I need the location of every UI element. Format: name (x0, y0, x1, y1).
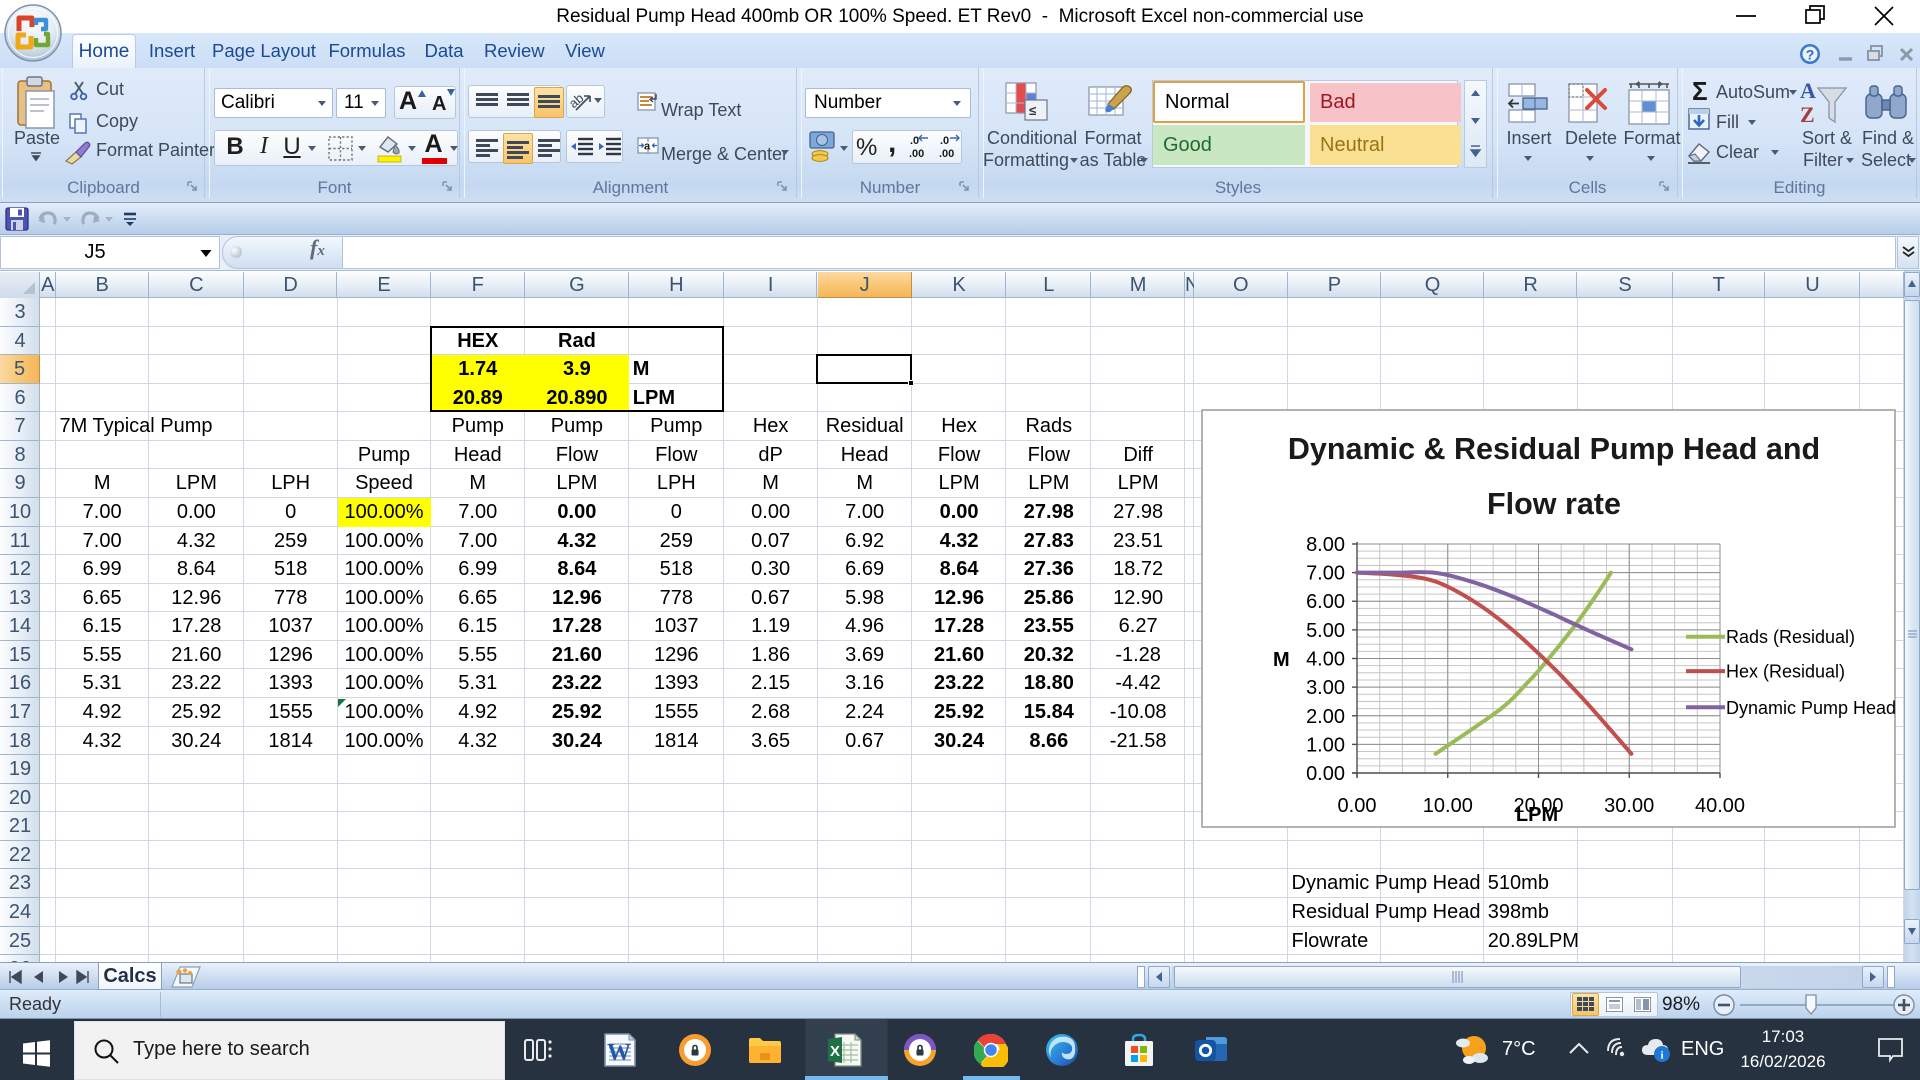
svg-text:Z: Z (1800, 102, 1815, 127)
svg-text:5.00: 5.00 (1306, 620, 1345, 642)
svg-text:1.00: 1.00 (1306, 734, 1345, 756)
svg-text:10.00: 10.00 (1423, 795, 1473, 817)
svg-text:7.00: 7.00 (1306, 563, 1345, 585)
svg-text:Dynamic Pump Head: Dynamic Pump Head (1726, 698, 1896, 718)
svg-text:.0: .0 (910, 135, 919, 147)
svg-text:6.00: 6.00 (1306, 591, 1345, 613)
svg-text:Rads (Residual): Rads (Residual) (1726, 627, 1855, 647)
svg-text:4.00: 4.00 (1306, 649, 1345, 671)
svg-text:3.00: 3.00 (1306, 677, 1345, 699)
svg-text:40.00: 40.00 (1695, 795, 1745, 817)
svg-text:8.00: 8.00 (1306, 534, 1345, 556)
svg-text:0.00: 0.00 (1338, 795, 1377, 817)
svg-text:X: X (830, 1043, 840, 1060)
svg-text:.00: .00 (909, 148, 924, 160)
svg-text:Hex (Residual): Hex (Residual) (1726, 662, 1845, 682)
svg-text:Dynamic & Residual Pump Head a: Dynamic & Residual Pump Head and (1288, 432, 1820, 466)
svg-text:0.00: 0.00 (1306, 763, 1345, 785)
svg-text:30.00: 30.00 (1604, 795, 1654, 817)
svg-text:2.00: 2.00 (1306, 706, 1345, 728)
svg-text:i: i (1660, 1050, 1663, 1062)
svg-text:LPM: LPM (1516, 804, 1558, 826)
svg-text:≤: ≤ (1029, 103, 1036, 118)
svg-text:.0: .0 (940, 135, 949, 147)
svg-text:W: W (607, 1040, 631, 1066)
svg-text:M: M (1273, 649, 1290, 671)
svg-text:.00: .00 (939, 148, 954, 160)
svg-text:a: a (644, 141, 651, 153)
svg-text:?: ? (1806, 47, 1815, 63)
svg-text:A: A (1800, 78, 1816, 103)
svg-text:Flow rate: Flow rate (1487, 487, 1621, 521)
